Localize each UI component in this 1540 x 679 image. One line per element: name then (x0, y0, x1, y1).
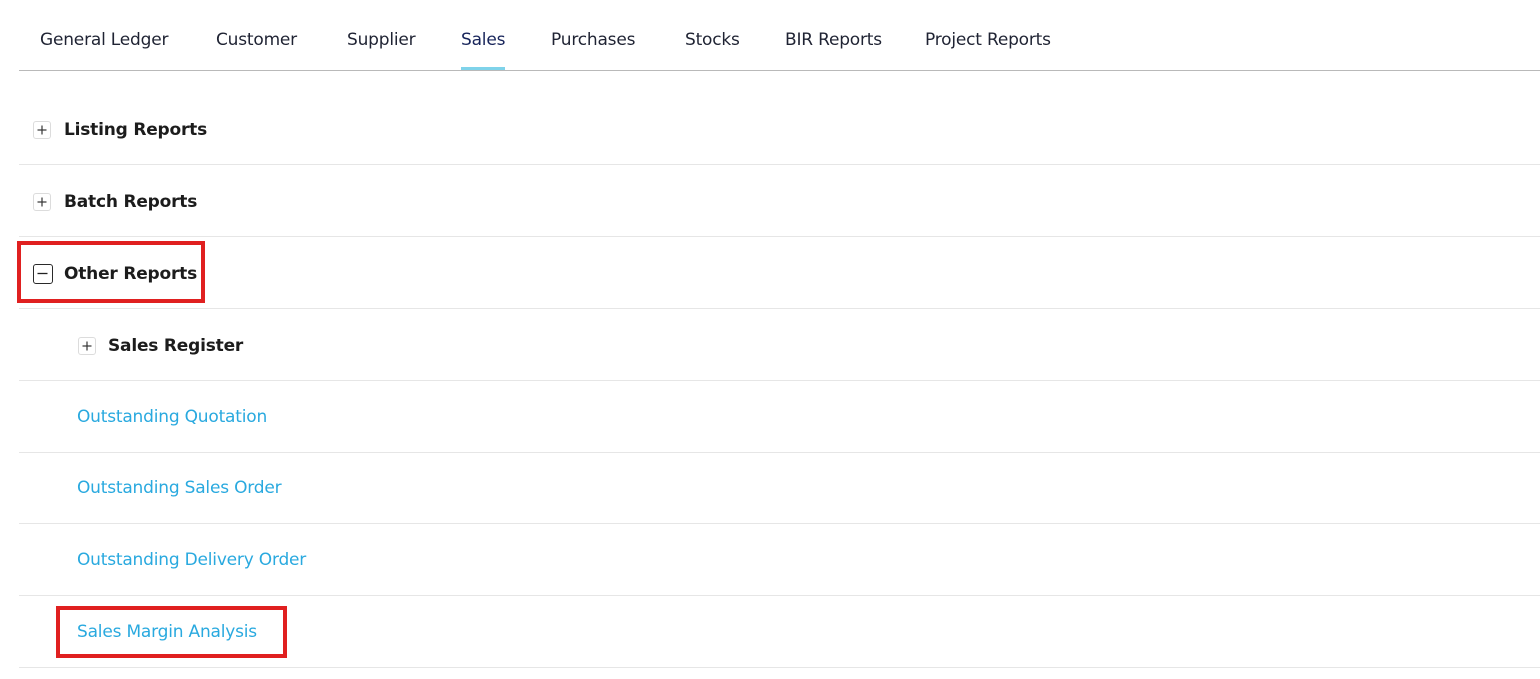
outstanding-quotation-link[interactable]: Outstanding Quotation (77, 404, 267, 430)
group-label-listing-reports[interactable]: Listing Reports (64, 117, 207, 143)
tab-customer[interactable]: Customer (216, 27, 297, 70)
group-label-batch-reports[interactable]: Batch Reports (64, 189, 197, 215)
expand-batch-reports-button[interactable] (33, 193, 51, 211)
tab-general-ledger[interactable]: General Ledger (40, 27, 168, 70)
plus-icon (37, 197, 47, 207)
group-row-listing-reports: Listing Reports (19, 93, 1540, 165)
report-row-outstanding-delivery-order: Outstanding Delivery Order (19, 524, 1540, 596)
tab-purchases[interactable]: Purchases (551, 27, 635, 70)
group-row-batch-reports: Batch Reports (19, 165, 1540, 237)
group-label-other-reports[interactable]: Other Reports (64, 261, 197, 287)
expand-sales-register-button[interactable] (78, 337, 96, 355)
report-row-sales-margin-analysis: Sales Margin Analysis (19, 596, 1540, 668)
tab-project-reports[interactable]: Project Reports (925, 27, 1051, 70)
outstanding-delivery-order-link[interactable]: Outstanding Delivery Order (77, 547, 306, 573)
plus-icon (82, 341, 92, 351)
minus-icon (37, 272, 48, 275)
tab-bir-reports[interactable]: BIR Reports (785, 27, 882, 70)
group-row-other-reports: Other Reports (19, 237, 1540, 309)
expand-listing-reports-button[interactable] (33, 121, 51, 139)
tab-supplier[interactable]: Supplier (347, 27, 416, 70)
report-row-outstanding-quotation: Outstanding Quotation (19, 381, 1540, 453)
sales-margin-analysis-link[interactable]: Sales Margin Analysis (77, 619, 257, 645)
collapse-other-reports-button[interactable] (33, 264, 53, 284)
plus-icon (37, 125, 47, 135)
outstanding-sales-order-link[interactable]: Outstanding Sales Order (77, 475, 282, 501)
report-row-outstanding-sales-order: Outstanding Sales Order (19, 452, 1540, 524)
report-category-tabs: General Ledger Customer Supplier Sales P… (19, 0, 1540, 71)
tab-stocks[interactable]: Stocks (685, 27, 740, 70)
tab-sales[interactable]: Sales (461, 27, 505, 70)
group-row-sales-register: Sales Register (19, 309, 1540, 381)
group-label-sales-register[interactable]: Sales Register (108, 333, 243, 359)
